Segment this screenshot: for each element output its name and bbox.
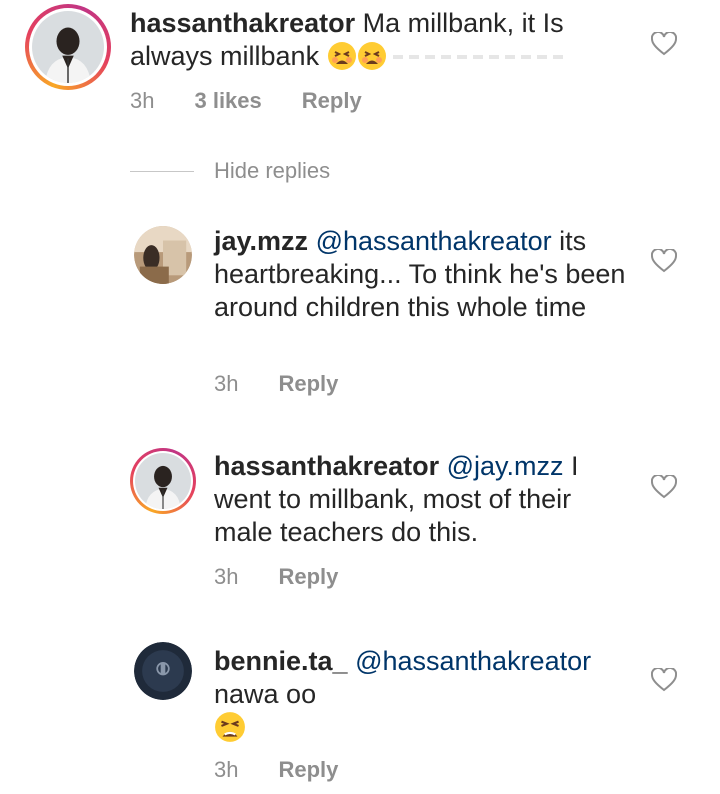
comment-username[interactable]: hassanthakreator: [214, 451, 439, 481]
comment-text: bennie.ta_ @hassanthakreator nawa oo: [214, 645, 634, 751]
comment-meta: 3h Reply: [214, 371, 338, 397]
hide-replies-label: Hide replies: [214, 158, 331, 183]
profile-photo: [134, 642, 192, 700]
hide-replies-button[interactable]: Hide replies: [130, 156, 330, 186]
comment-time: 3h: [214, 757, 239, 782]
comment-meta: 3h Reply: [214, 757, 338, 783]
reply-button[interactable]: Reply: [278, 371, 338, 397]
persevering-face-emoji: [327, 41, 357, 79]
redacted-text: [392, 55, 563, 59]
heart-outline-icon[interactable]: [651, 249, 677, 273]
comment-text: hassanthakreator Ma millbank, it Is alwa…: [130, 7, 650, 79]
comment-time: 3h: [214, 564, 239, 589]
avatar[interactable]: [25, 4, 111, 90]
persevering-face-emoji: [357, 41, 387, 79]
reply-button[interactable]: Reply: [278, 564, 338, 590]
reply-button[interactable]: Reply: [302, 88, 362, 114]
reply-button[interactable]: Reply: [278, 757, 338, 783]
comment-text: jay.mzz @hassanthakreator its heartbreak…: [214, 225, 634, 324]
avatar[interactable]: [134, 642, 192, 700]
comment-meta: 3h Reply: [214, 564, 338, 590]
comment-text: hassanthakreator @jay.mzz I went to mill…: [214, 450, 634, 549]
divider: [130, 170, 194, 172]
comment-meta: 3h 3 likes Reply: [130, 88, 362, 114]
mention-link[interactable]: @hassanthakreator: [355, 646, 591, 676]
comment-time: 3h: [214, 371, 239, 396]
profile-photo: [32, 11, 104, 83]
avatar[interactable]: [130, 448, 196, 514]
comment-time: 3h: [130, 88, 155, 113]
tired-face-emoji: [214, 711, 246, 751]
comment-body: nawa oo: [214, 679, 317, 709]
heart-outline-icon[interactable]: [651, 668, 677, 692]
mention-link[interactable]: @jay.mzz: [447, 451, 564, 481]
profile-photo: [134, 226, 192, 284]
comment-username[interactable]: hassanthakreator: [130, 8, 355, 38]
comment-username[interactable]: bennie.ta_: [214, 646, 348, 676]
profile-photo: [135, 453, 191, 509]
avatar[interactable]: [134, 226, 192, 284]
comment-likes[interactable]: 3 likes: [194, 88, 261, 114]
heart-outline-icon[interactable]: [651, 475, 677, 499]
heart-outline-icon[interactable]: [651, 32, 677, 56]
mention-link[interactable]: @hassanthakreator: [316, 226, 552, 256]
comment-username[interactable]: jay.mzz: [214, 226, 308, 256]
